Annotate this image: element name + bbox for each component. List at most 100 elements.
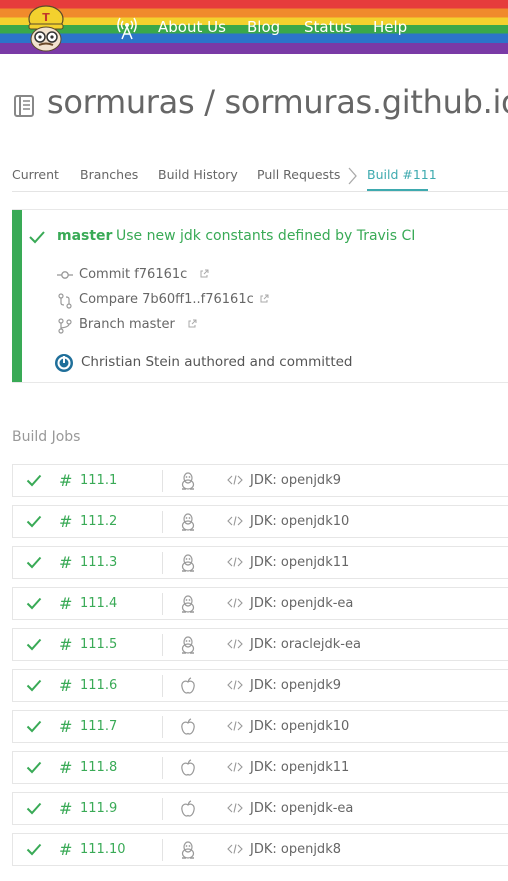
top-navigation-bar: T About Us Blog Status Help (0, 0, 508, 54)
job-number: 111.8 (80, 760, 118, 775)
job-os (180, 636, 196, 658)
travis-mascot-logo[interactable]: T (23, 2, 69, 52)
linux-icon (181, 595, 195, 613)
hash-icon: # (59, 594, 73, 613)
passed-check-icon (29, 231, 45, 244)
linux-icon (181, 472, 195, 490)
repository-book-icon (14, 95, 34, 117)
build-job-row[interactable]: #111.5 JDK: oraclejdk-ea (12, 628, 508, 661)
linux-icon (181, 554, 195, 572)
column-divider (162, 798, 163, 820)
compare-link[interactable]: Compare 7b60ff1..f76161c (79, 292, 254, 307)
build-job-row[interactable]: #111.9 JDK: openjdk-ea (12, 792, 508, 825)
job-number: 111.1 (80, 473, 118, 488)
passed-check-icon (26, 761, 42, 774)
code-icon (227, 721, 243, 731)
repository-title[interactable]: sormuras / sormuras.github.io (47, 83, 508, 121)
build-job-row[interactable]: #111.1 JDK: openjdk9 (12, 464, 508, 497)
apple-icon (181, 718, 195, 735)
build-job-row[interactable]: #111.10 JDK: openjdk8 (12, 833, 508, 866)
commit-message: Use new jdk constants defined by Travis … (116, 228, 416, 244)
job-number: 111.4 (80, 596, 118, 611)
nav-blog[interactable]: Blog (247, 18, 280, 36)
job-os (180, 718, 196, 740)
hash-icon: # (59, 840, 73, 859)
passed-check-icon (26, 515, 42, 528)
column-divider (162, 593, 163, 615)
job-environment: JDK: openjdk-ea (250, 801, 354, 816)
nav-about-us[interactable]: About Us (158, 18, 226, 36)
chevron-right-icon (348, 167, 357, 185)
tab-current[interactable]: Current (12, 167, 59, 182)
branch-icon (58, 318, 72, 334)
tab-branches[interactable]: Branches (80, 167, 138, 182)
column-divider (162, 757, 163, 779)
code-icon (227, 803, 243, 813)
hash-icon: # (59, 799, 73, 818)
hash-icon: # (59, 471, 73, 490)
nav-help[interactable]: Help (373, 18, 407, 36)
build-branch-name[interactable]: master (57, 228, 112, 244)
tab-pull-requests[interactable]: Pull Requests (257, 167, 340, 182)
code-icon (227, 598, 243, 608)
column-divider (162, 839, 163, 861)
build-tabs: Current Branches Build History Pull Requ… (0, 160, 508, 192)
build-job-row[interactable]: #111.6 JDK: openjdk9 (12, 669, 508, 702)
job-environment: JDK: openjdk11 (250, 760, 350, 775)
code-icon (227, 557, 243, 567)
author-avatar[interactable] (54, 353, 74, 373)
passed-check-icon (26, 556, 42, 569)
job-number: 111.7 (80, 719, 118, 734)
build-job-row[interactable]: #111.8 JDK: openjdk11 (12, 751, 508, 784)
hash-icon: # (59, 758, 73, 777)
column-divider (162, 634, 163, 656)
job-environment: JDK: openjdk9 (250, 473, 341, 488)
job-number: 111.5 (80, 637, 118, 652)
column-divider (162, 675, 163, 697)
column-divider (162, 552, 163, 574)
external-link-icon (188, 319, 197, 328)
commit-icon (57, 271, 73, 279)
tab-build-history[interactable]: Build History (158, 167, 238, 182)
commit-link[interactable]: Commit f76161c (79, 267, 187, 282)
apple-icon (181, 759, 195, 776)
compare-icon (58, 293, 72, 309)
hash-icon: # (59, 553, 73, 572)
job-environment: JDK: oraclejdk-ea (250, 637, 361, 652)
code-icon (227, 516, 243, 526)
build-job-row[interactable]: #111.3 JDK: openjdk11 (12, 546, 508, 579)
job-environment: JDK: openjdk9 (250, 678, 341, 693)
apple-icon (181, 800, 195, 817)
build-job-row[interactable]: #111.7 JDK: openjdk10 (12, 710, 508, 743)
broadcast-antenna-icon[interactable] (117, 16, 137, 40)
code-icon (227, 639, 243, 649)
job-number: 111.3 (80, 555, 118, 570)
job-os (180, 472, 196, 494)
linux-icon (181, 636, 195, 654)
tabs-divider (12, 191, 508, 192)
passed-check-icon (26, 720, 42, 733)
external-link-icon (200, 269, 209, 278)
job-number: 111.10 (80, 842, 126, 857)
job-os (180, 595, 196, 617)
job-environment: JDK: openjdk10 (250, 719, 350, 734)
nav-status[interactable]: Status (304, 18, 352, 36)
passed-check-icon (26, 474, 42, 487)
branch-link[interactable]: Branch master (79, 317, 175, 332)
job-number: 111.9 (80, 801, 118, 816)
job-environment: JDK: openjdk-ea (250, 596, 354, 611)
column-divider (162, 511, 163, 533)
linux-icon (181, 841, 195, 859)
build-job-row[interactable]: #111.4 JDK: openjdk-ea (12, 587, 508, 620)
passed-check-icon (26, 597, 42, 610)
build-job-row[interactable]: #111.2 JDK: openjdk10 (12, 505, 508, 538)
hash-icon: # (59, 676, 73, 695)
code-icon (227, 680, 243, 690)
tab-build-111[interactable]: Build #111 (367, 167, 437, 182)
job-environment: JDK: openjdk11 (250, 555, 350, 570)
svg-text:T: T (42, 11, 50, 24)
active-tab-indicator (367, 189, 428, 191)
author-text: Christian Stein authored and committed (81, 354, 353, 370)
build-summary-card: master Use new jdk constants defined by … (12, 209, 508, 383)
passed-check-icon (26, 638, 42, 651)
